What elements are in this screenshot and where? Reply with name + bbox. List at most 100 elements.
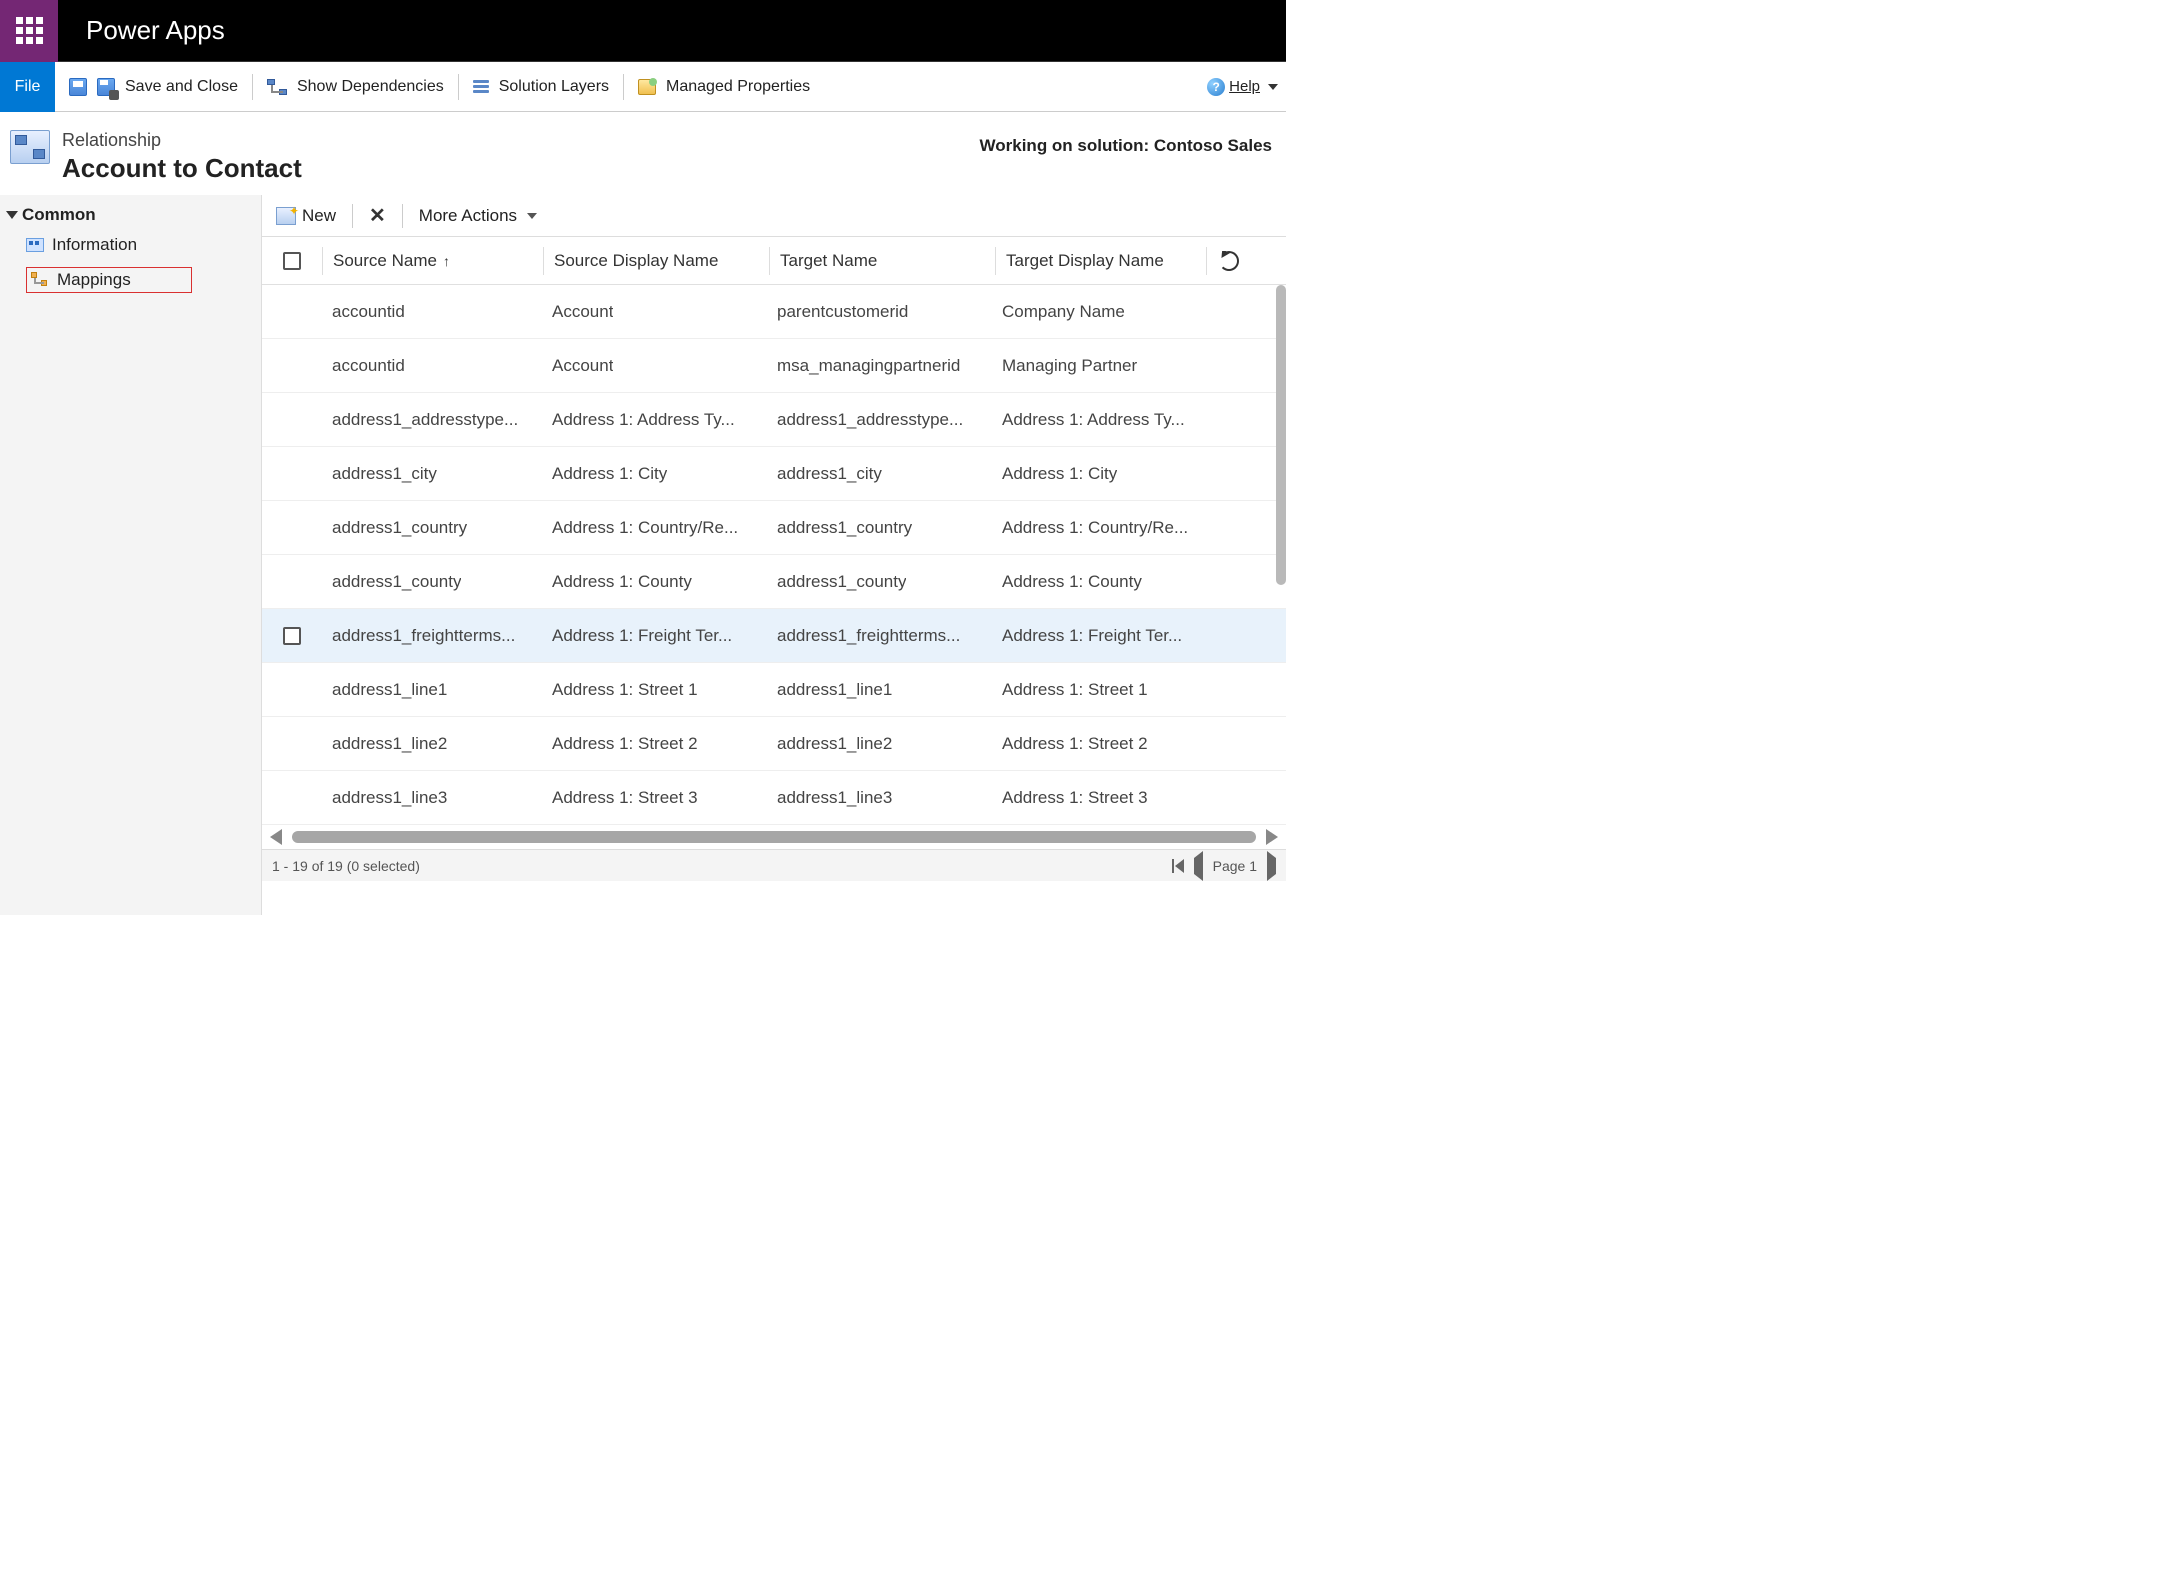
table-row[interactable]: accountidAccountmsa_managingpartneridMan… [262, 339, 1286, 393]
chevron-down-icon [527, 213, 537, 219]
body: Common Information Mappings New [0, 194, 1286, 915]
separator [402, 204, 403, 228]
sidebar: Common Information Mappings [0, 195, 262, 915]
help-button[interactable]: ? Help [1207, 78, 1278, 96]
scroll-right-button[interactable] [1266, 829, 1278, 845]
cell-source-display: Address 1: City [542, 464, 767, 484]
waffle-icon [16, 17, 43, 44]
file-menu-button[interactable]: File [0, 62, 55, 112]
cell-source-display: Account [542, 356, 767, 376]
select-all-checkbox[interactable] [262, 252, 322, 270]
cell-target-display: Managing Partner [992, 356, 1202, 376]
grid: Source Name ↑ Source Display Name Target… [262, 237, 1286, 825]
cell-source-name: address1_freightterms... [322, 626, 542, 646]
cell-target-name: address1_freightterms... [767, 626, 992, 646]
cell-source-display: Account [542, 302, 767, 322]
column-header-target-name[interactable]: Target Name [770, 251, 995, 271]
page-title: Account to Contact [62, 153, 302, 184]
cell-source-display: Address 1: Country/Re... [542, 518, 767, 538]
column-header-source-name[interactable]: Source Name ↑ [323, 251, 543, 271]
main-content: New ✕ More Actions Source [262, 195, 1286, 915]
mappings-icon [31, 272, 49, 288]
scroll-left-button[interactable] [270, 829, 282, 845]
cell-target-name: address1_addresstype... [767, 410, 992, 430]
page-header: Relationship Account to Contact Working … [0, 112, 1286, 194]
app-launcher-button[interactable] [0, 0, 58, 62]
sidebar-item-mappings[interactable]: Mappings [20, 261, 261, 299]
table-row[interactable]: accountidAccountparentcustomeridCompany … [262, 285, 1286, 339]
chevron-down-icon [1268, 84, 1278, 90]
grid-body: accountidAccountparentcustomeridCompany … [262, 285, 1286, 825]
table-row[interactable]: address1_line2Address 1: Street 2address… [262, 717, 1286, 771]
dependencies-icon [267, 79, 287, 95]
save-icon[interactable] [69, 78, 87, 96]
cell-target-display: Address 1: Country/Re... [992, 518, 1202, 538]
sidebar-item-label: Mappings [57, 270, 131, 290]
next-page-button[interactable] [1267, 858, 1276, 874]
cell-source-name: address1_county [322, 572, 542, 592]
sort-asc-icon: ↑ [443, 253, 450, 269]
cell-source-name: address1_addresstype... [322, 410, 542, 430]
managed-properties-icon [638, 79, 656, 95]
cell-target-display: Address 1: Freight Ter... [992, 626, 1202, 646]
cell-target-name: address1_country [767, 518, 992, 538]
show-dependencies-button[interactable]: Show Dependencies [297, 78, 444, 96]
cell-source-display: Address 1: Address Ty... [542, 410, 767, 430]
column-header-source-display[interactable]: Source Display Name [544, 251, 769, 271]
delete-button[interactable]: ✕ [361, 203, 394, 228]
cell-target-name: msa_managingpartnerid [767, 356, 992, 376]
help-icon: ? [1207, 78, 1225, 96]
sidebar-group-label: Common [22, 205, 96, 225]
scroll-track[interactable] [292, 831, 1256, 843]
new-button[interactable]: New [268, 206, 344, 226]
solution-context: Working on solution: Contoso Sales [980, 130, 1276, 156]
managed-properties-button[interactable]: Managed Properties [666, 78, 810, 96]
separator [352, 204, 353, 228]
cell-source-name: address1_line3 [322, 788, 542, 808]
grid-toolbar: New ✕ More Actions [262, 195, 1286, 237]
more-actions-button[interactable]: More Actions [411, 206, 545, 226]
solution-name: Contoso Sales [1154, 136, 1272, 155]
horizontal-scrollbar[interactable] [262, 825, 1286, 849]
save-close-icon [97, 78, 115, 96]
save-and-close-button[interactable]: Save and Close [125, 78, 238, 96]
app-header: Power Apps [0, 0, 1286, 62]
information-icon [26, 238, 44, 252]
table-row[interactable]: address1_countryAddress 1: Country/Re...… [262, 501, 1286, 555]
table-row[interactable]: address1_line1Address 1: Street 1address… [262, 663, 1286, 717]
row-checkbox[interactable] [262, 627, 322, 645]
help-label: Help [1229, 78, 1260, 95]
column-header-target-display[interactable]: Target Display Name [996, 251, 1206, 271]
sidebar-group-common[interactable]: Common [0, 201, 261, 229]
cell-source-name: address1_country [322, 518, 542, 538]
column-label: Target Name [780, 251, 877, 271]
cell-target-name: address1_city [767, 464, 992, 484]
column-label: Source Name [333, 251, 437, 271]
cell-target-display: Address 1: Address Ty... [992, 410, 1202, 430]
refresh-button[interactable] [1207, 251, 1251, 271]
prev-page-button[interactable] [1194, 858, 1203, 874]
solution-layers-button[interactable]: Solution Layers [499, 78, 609, 96]
table-row[interactable]: address1_freightterms...Address 1: Freig… [262, 609, 1286, 663]
cell-source-display: Address 1: Freight Ter... [542, 626, 767, 646]
app-title: Power Apps [86, 15, 225, 46]
grid-header: Source Name ↑ Source Display Name Target… [262, 237, 1286, 285]
sidebar-item-information[interactable]: Information [20, 229, 261, 261]
cell-source-name: accountid [322, 356, 542, 376]
cell-target-display: Address 1: Street 2 [992, 734, 1202, 754]
cell-target-display: Company Name [992, 302, 1202, 322]
collapse-icon [6, 211, 18, 219]
cell-source-name: address1_line2 [322, 734, 542, 754]
vertical-scrollbar[interactable] [1274, 285, 1286, 603]
table-row[interactable]: address1_cityAddress 1: Cityaddress1_cit… [262, 447, 1286, 501]
table-row[interactable]: address1_line3Address 1: Street 3address… [262, 771, 1286, 825]
cell-source-display: Address 1: County [542, 572, 767, 592]
cell-target-display: Address 1: County [992, 572, 1202, 592]
cell-target-display: Address 1: City [992, 464, 1202, 484]
first-page-button[interactable] [1172, 859, 1184, 873]
refresh-icon [1219, 251, 1239, 271]
table-row[interactable]: address1_countyAddress 1: Countyaddress1… [262, 555, 1286, 609]
table-row[interactable]: address1_addresstype...Address 1: Addres… [262, 393, 1286, 447]
cell-target-name: address1_line1 [767, 680, 992, 700]
column-label: Source Display Name [554, 251, 718, 271]
